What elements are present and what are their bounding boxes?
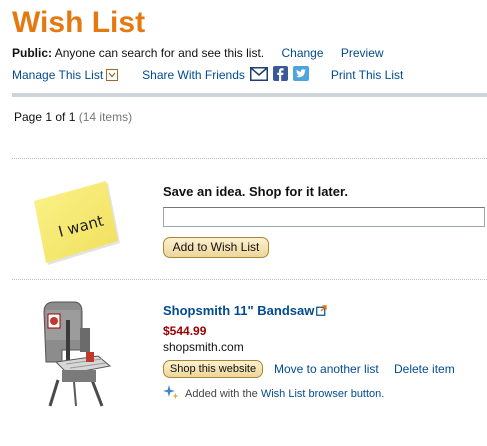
list-actions-row: Manage This List Share With Friends Prin… — [12, 66, 403, 84]
email-icon[interactable] — [249, 66, 268, 84]
product-price: $544.99 — [163, 324, 207, 338]
added-prefix: Added with the — [185, 387, 258, 400]
manage-list-label: Manage This List — [12, 68, 104, 82]
external-link-icon — [316, 304, 328, 319]
product-name: Shopsmith 11" Bandsaw — [163, 303, 315, 318]
share-group: Share With Friends — [142, 66, 309, 84]
privacy-row: Public: Anyone can search for and see th… — [12, 46, 384, 60]
sparkle-icon — [163, 384, 179, 403]
product-site: shopsmith.com — [163, 340, 244, 354]
shop-website-button[interactable]: Shop this website — [163, 360, 263, 378]
sticky-note: I want — [28, 179, 124, 270]
share-label[interactable]: Share With Friends — [142, 68, 245, 82]
header-divider — [12, 93, 487, 97]
wish-list-button-link[interactable]: Wish List browser button. — [261, 388, 385, 400]
chevron-down-icon — [106, 68, 119, 81]
item-count: (14 items) — [78, 110, 133, 124]
privacy-label: Public: — [12, 46, 53, 60]
add-to-wish-list-button[interactable]: Add to Wish List — [163, 237, 269, 258]
pagination: Page 1 of 1 (14 items) — [14, 110, 132, 124]
privacy-text: Anyone can search for and see this list. — [54, 46, 265, 60]
delete-item-link[interactable]: Delete item — [394, 362, 455, 376]
page-title: Wish List — [12, 6, 146, 39]
added-note: Added with the Wish List browser button. — [163, 384, 384, 403]
product-image[interactable] — [36, 300, 116, 413]
move-to-list-link[interactable]: Move to another list — [274, 362, 379, 376]
save-idea-heading: Save an idea. Shop for it later. — [163, 184, 348, 199]
print-list-link[interactable]: Print This List — [331, 68, 403, 82]
section-divider — [12, 158, 487, 159]
product-name-link[interactable]: Shopsmith 11" Bandsaw — [163, 303, 328, 319]
item-divider — [12, 279, 487, 280]
manage-list-link[interactable]: Manage This List — [12, 68, 119, 82]
facebook-icon[interactable] — [272, 66, 288, 84]
twitter-icon[interactable] — [292, 66, 309, 84]
pagination-text: Page 1 of 1 — [14, 110, 76, 124]
change-link[interactable]: Change — [281, 46, 323, 60]
preview-link[interactable]: Preview — [341, 46, 384, 60]
idea-input[interactable] — [163, 207, 485, 227]
